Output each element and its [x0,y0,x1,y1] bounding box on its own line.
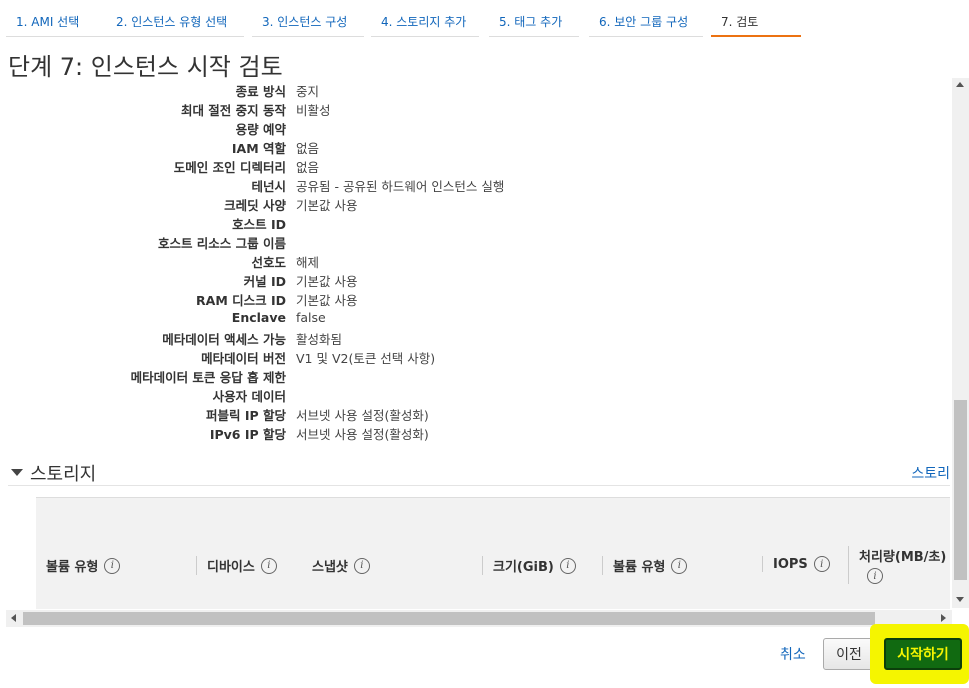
info-icon[interactable]: i [104,557,121,574]
column-header[interactable]: IOPS i [762,556,830,572]
tab-review[interactable]: 7. 검토 [711,0,801,37]
storage-section-header[interactable]: 스토리지 스토리 [8,458,950,486]
detail-row: 메타데이터 액세스 가능 활성화됨 [0,329,900,348]
detail-label: 테넌시 [251,179,286,194]
column-header[interactable]: 크기(GiB) i [482,556,576,575]
info-icon[interactable]: i [671,557,688,574]
tab-add-storage[interactable]: 4. 스토리지 추가 [371,0,479,37]
column-label: 볼륨 유형 [46,560,99,575]
detail-row: IPv6 IP 할당 서브넷 사용 설정(활성화) [0,424,900,443]
scroll-right-icon[interactable] [941,614,946,622]
wizard-tabs: 1. AMI 선택 2. 인스턴스 유형 선택 3. 인스턴스 구성 4. 스토… [0,0,969,38]
detail-value: false [296,310,326,325]
column-label: 디바이스 [207,560,255,575]
edit-storage-link[interactable]: 스토리 [911,463,950,483]
detail-label: IPv6 IP 할당 [209,427,286,442]
scroll-left-icon[interactable] [11,614,16,622]
column-label: IOPS [773,556,808,572]
detail-row: 커널 ID 기본값 사용 [0,271,900,290]
column-header[interactable]: 디바이스 i [196,556,277,575]
detail-row: 테넌시 공유됨 - 공유된 하드웨어 인스턴스 실행 [0,176,900,195]
scroll-down-icon[interactable] [956,597,964,602]
detail-label: IAM 역할 [231,141,286,156]
column-label: 볼륨 유형 [613,560,666,575]
column-label: 크기(GiB) [493,560,554,575]
detail-label: 용량 예약 [235,122,286,137]
detail-value: 중지 [296,84,320,99]
tab-configure-instance[interactable]: 3. 인스턴스 구성 [252,0,364,37]
detail-row: 용량 예약 [0,119,900,138]
storage-section-title: 스토리지 [30,464,97,485]
detail-label: 종료 방식 [235,84,286,99]
detail-value: 없음 [296,141,320,156]
detail-value: V1 및 V2(토큰 선택 사항) [296,351,436,366]
detail-row: 크레딧 사양 기본값 사용 [0,195,900,214]
info-icon[interactable]: i [353,557,370,574]
info-icon[interactable]: i [559,557,576,574]
detail-label: 사용자 데이터 [212,389,286,404]
detail-label: 크레딧 사양 [224,198,286,213]
detail-label: 메타데이터 버전 [201,351,286,366]
detail-value: 서브넷 사용 설정(활성화) [296,408,429,423]
detail-value: 비활성 [296,103,331,118]
detail-row: 사용자 데이터 [0,386,900,405]
detail-row: 메타데이터 버전 V1 및 V2(토큰 선택 사항) [0,348,900,367]
detail-row: 도메인 조인 디렉터리 없음 [0,157,900,176]
instance-details: 종료 방식 중지 최대 절전 중지 동작 비활성 용량 예약 IAM 역할 없음 도메… [0,78,950,448]
detail-row: 선호도 해제 [0,252,900,271]
detail-row: 종료 방식 중지 [0,81,900,100]
column-header[interactable]: 볼륨 유형 i [602,556,688,575]
detail-label: 메타데이터 토큰 응답 홉 제한 [130,370,286,385]
info-icon[interactable]: i [813,556,830,572]
tab-add-tags[interactable]: 5. 태그 추가 [489,0,579,37]
vertical-scrollbar[interactable] [952,78,969,608]
detail-label: RAM 디스크 ID [196,293,286,308]
detail-value: 없음 [296,160,320,175]
info-icon[interactable]: i [867,568,883,584]
detail-row: Enclave false [0,310,900,329]
column-header[interactable]: 처리량(MB/초) i [848,546,946,584]
detail-value: 기본값 사용 [296,198,358,213]
detail-label: Enclave [231,310,286,325]
detail-label: 메타데이터 액세스 가능 [162,332,286,347]
detail-value: 서브넷 사용 설정(활성화) [296,427,429,442]
cancel-button[interactable]: 취소 [780,644,806,664]
scroll-up-icon[interactable] [956,82,964,87]
detail-value: 공유됨 - 공유된 하드웨어 인스턴스 실행 [296,179,505,194]
detail-value: 기본값 사용 [296,293,358,308]
detail-label: 도메인 조인 디렉터리 [173,160,286,175]
detail-label: 최대 절전 중지 동작 [180,103,286,118]
detail-value: 활성화됨 [296,332,343,347]
column-header[interactable]: 스냅샷 i [312,556,370,575]
tab-ami[interactable]: 1. AMI 선택 [6,0,106,37]
tab-instance-type[interactable]: 2. 인스턴스 유형 선택 [106,0,244,37]
detail-row: IAM 역할 없음 [0,138,900,157]
detail-row: 호스트 ID [0,214,900,233]
collapse-caret-icon[interactable] [11,469,23,476]
column-label: 처리량(MB/초) [859,550,947,565]
scroll-thumb[interactable] [954,400,967,580]
launch-button[interactable]: 시작하기 [884,638,962,670]
column-header[interactable]: 볼륨 유형 i [46,556,121,575]
detail-value: 해제 [296,255,320,270]
detail-label: 커널 ID [243,274,286,289]
previous-button[interactable]: 이전 [823,638,875,670]
page-title: 단계 7: 인스턴스 시작 검토 [8,53,283,81]
tab-security-group[interactable]: 6. 보안 그룹 구성 [589,0,703,37]
horizontal-scrollbar[interactable] [6,610,952,627]
detail-row: 메타데이터 토큰 응답 홉 제한 [0,367,900,386]
storage-table-header: 볼륨 유형 i 디바이스 i 스냅샷 i 크기(GiB) i 볼륨 유형 i IOPS i … [36,497,950,609]
column-label: 스냅샷 [312,560,348,575]
detail-row: RAM 디스크 ID 기본값 사용 [0,290,900,309]
detail-row: 퍼블릭 IP 할당 서브넷 사용 설정(활성화) [0,405,900,424]
detail-label: 호스트 ID [232,217,286,232]
scroll-thumb[interactable] [23,612,875,625]
detail-label: 퍼블릭 IP 할당 [205,408,286,423]
detail-label: 호스트 리소스 그룹 이름 [157,236,286,251]
detail-value: 기본값 사용 [296,274,358,289]
info-icon[interactable]: i [260,557,277,574]
detail-row: 최대 절전 중지 동작 비활성 [0,100,900,119]
detail-row: 호스트 리소스 그룹 이름 [0,233,900,252]
detail-label: 선호도 [251,255,286,270]
